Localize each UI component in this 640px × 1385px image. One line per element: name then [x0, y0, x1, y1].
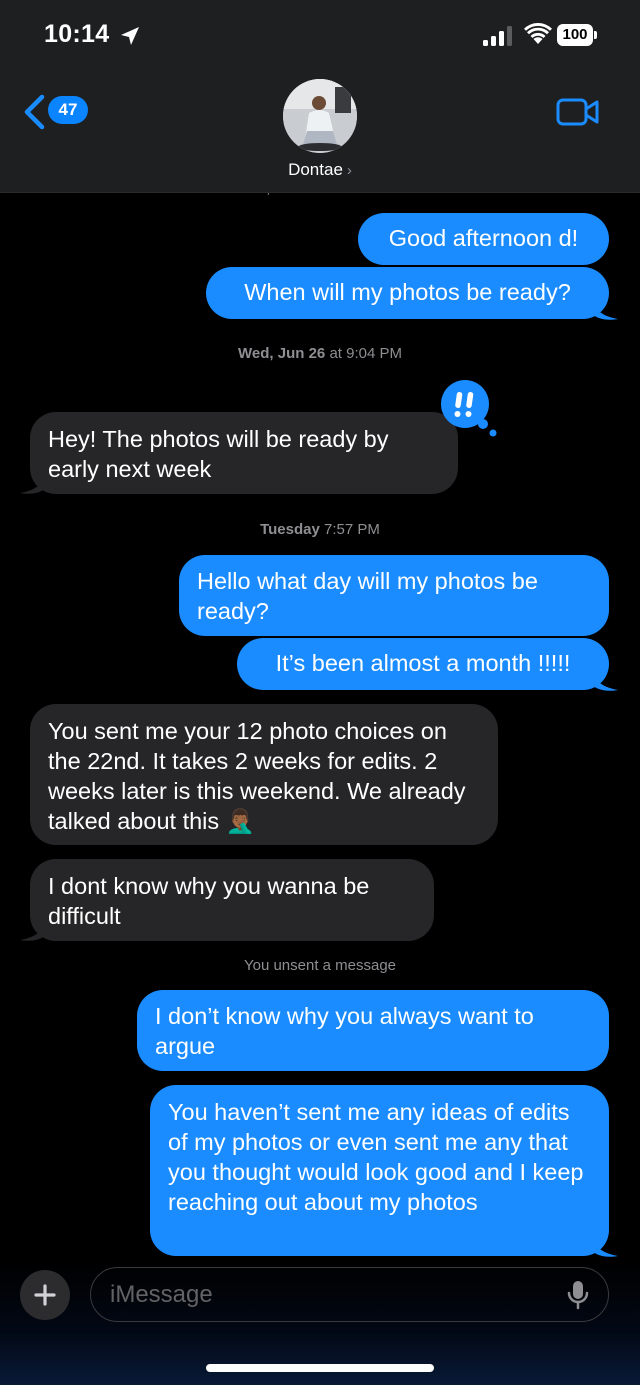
tapback-exclamation-icon[interactable] [440, 380, 498, 438]
back-button[interactable]: 47 [22, 94, 102, 130]
timestamp-divider: Wed, Jun 26 at 9:04 PM [0, 345, 640, 362]
timestamp-time: at 9:04 PM [329, 345, 402, 362]
timestamp-divider: Tuesday 7:57 PM [0, 521, 640, 538]
message-bubble-sent[interactable]: When will my photos be ready? [206, 267, 609, 319]
apps-plus-button[interactable] [20, 1270, 70, 1320]
contact-name[interactable]: Dontae › [0, 160, 640, 180]
facetime-video-icon[interactable] [556, 96, 600, 128]
unsent-notice: You unsent a message [243, 957, 397, 974]
cellular-signal-icon [483, 26, 512, 46]
facepalm-emoji: 🤦🏾‍♂️ [225, 808, 255, 834]
message-bubble-received[interactable]: You sent me your 12 photo choices on the… [30, 704, 498, 845]
message-bubble-sent[interactable]: Hello what day will my photos be ready? [179, 555, 609, 636]
wifi-icon [524, 23, 552, 44]
microphone-icon[interactable] [566, 1280, 590, 1310]
chevron-left-icon [24, 94, 45, 130]
unread-count-badge: 47 [48, 96, 88, 124]
timestamp-day: Wed, Jun 26 [238, 345, 326, 362]
message-bubble-received[interactable]: Hey! The photos will be ready by early n… [30, 412, 458, 494]
message-bubble-received[interactable]: I dont know why you wanna be difficult [30, 859, 434, 941]
home-indicator [206, 1364, 434, 1372]
bubble-tail [592, 669, 618, 691]
imessage-input[interactable] [90, 1267, 609, 1322]
message-thread: Good afternoon d! When will my photos be… [0, 0, 640, 1385]
message-bubble-sent[interactable]: It’s been almost a month !!!!! [237, 638, 609, 690]
timestamp-day: Tuesday [260, 521, 320, 538]
message-text: You sent me your 12 photo choices on the… [48, 718, 466, 834]
message-bubble-sent[interactable]: You haven’t sent me any ideas of edits o… [150, 1085, 609, 1256]
plus-icon [34, 1284, 56, 1306]
message-bubble-sent[interactable]: Good afternoon d! [358, 213, 609, 265]
contact-name-text: Dontae [288, 160, 343, 179]
bubble-tail [592, 1235, 618, 1257]
bubble-tail [592, 298, 618, 320]
bubble-tail [20, 472, 46, 494]
conversation-header: 10:14 100 47 Dontae › [0, 0, 640, 193]
timestamp-time: 7:57 PM [324, 521, 380, 538]
battery-cap [594, 31, 597, 39]
contact-avatar[interactable] [283, 79, 357, 153]
battery-level: 100 [557, 24, 593, 46]
status-time: 10:14 [44, 20, 110, 48]
battery-indicator: 100 [557, 24, 597, 46]
bubble-tail [20, 919, 46, 941]
location-arrow-icon [121, 27, 139, 45]
chevron-right-icon: › [346, 162, 352, 179]
contact-photo [283, 79, 357, 153]
message-bubble-sent[interactable]: I don’t know why you always want to argu… [137, 990, 609, 1071]
